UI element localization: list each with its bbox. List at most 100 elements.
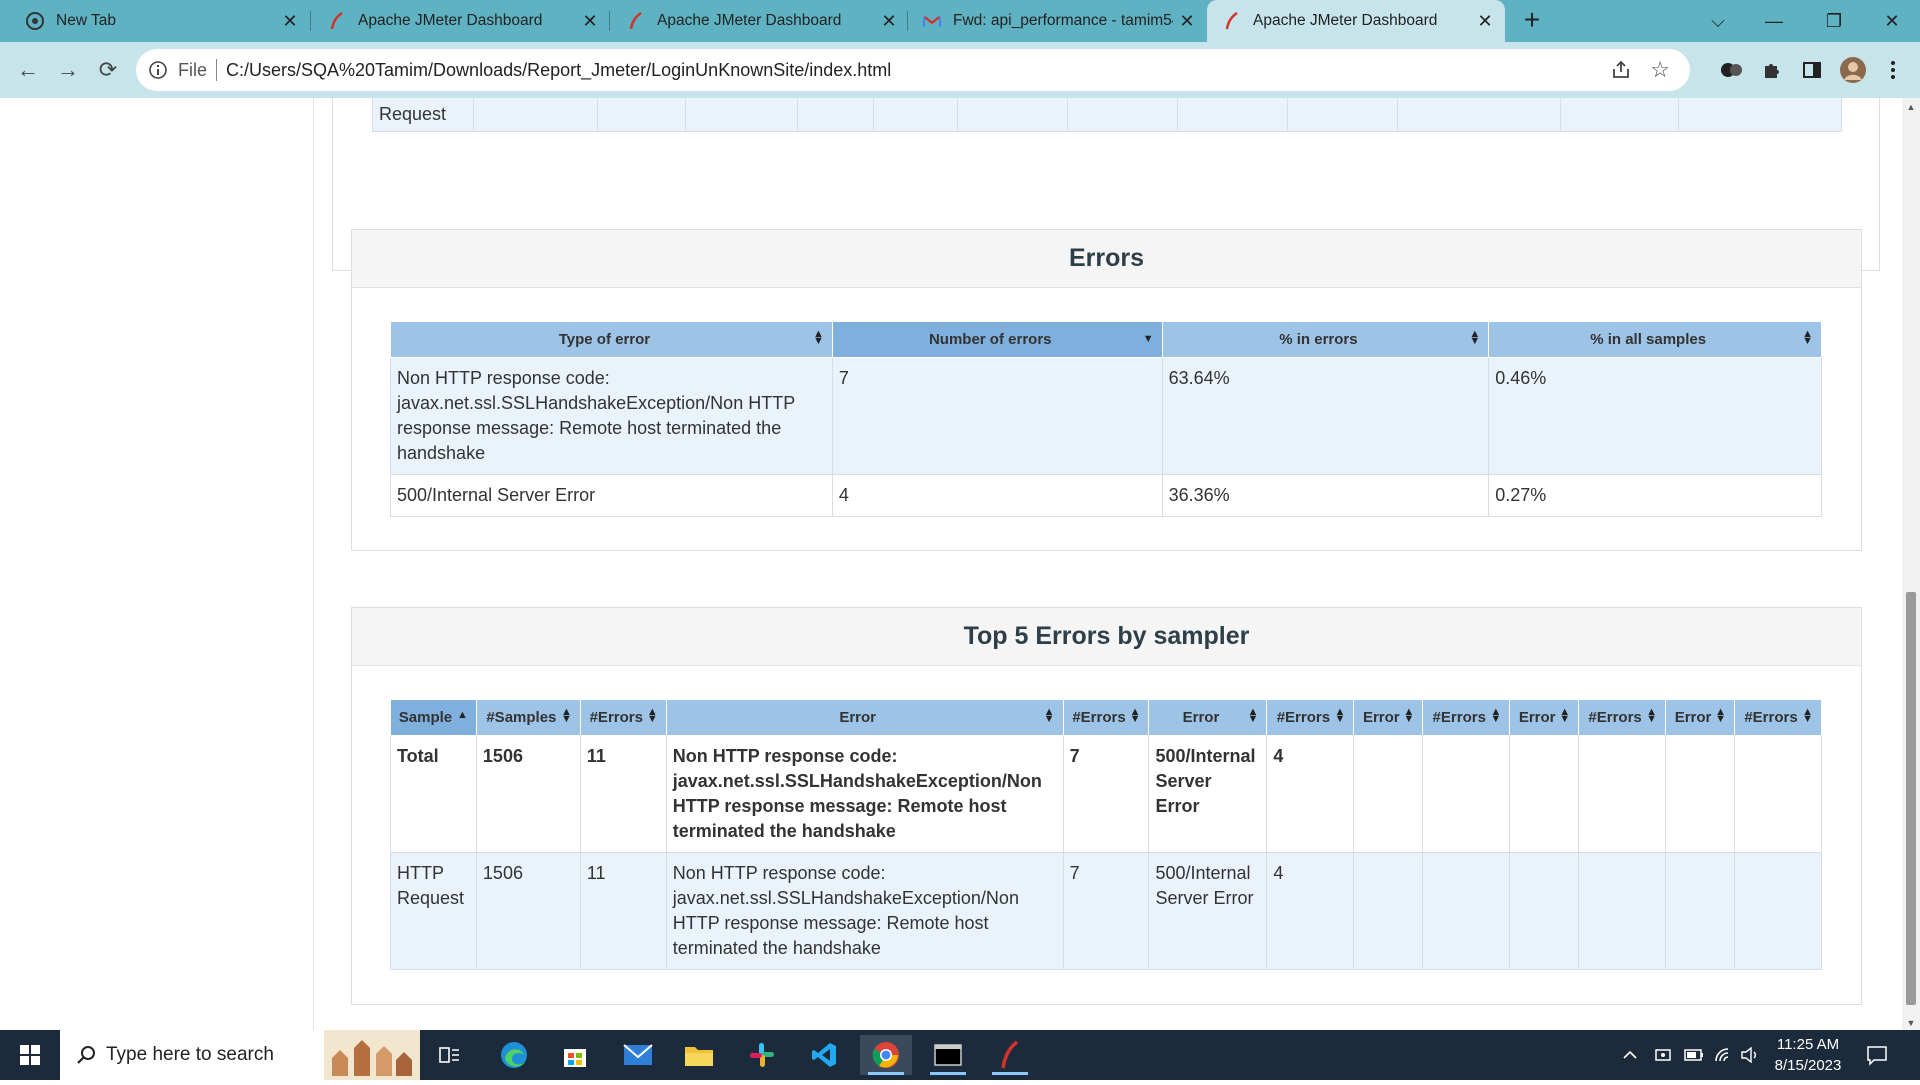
info-icon[interactable] [148, 60, 168, 80]
column-header[interactable]: Type of error ▲ ▼ [390, 321, 833, 358]
table-cell: 1506 [475, 852, 581, 970]
column-header[interactable]: #Errors ▲ ▼ [1266, 699, 1355, 736]
sort-both-icon[interactable]: ▲ ▼ [1715, 707, 1726, 725]
notifications-icon[interactable] [1866, 1030, 1888, 1080]
sort-both-icon[interactable]: ▲ ▼ [1802, 707, 1813, 725]
windows-start-icon[interactable] [0, 1030, 60, 1080]
vscode-icon[interactable] [798, 1035, 850, 1075]
close-icon[interactable]: ✕ [580, 11, 600, 31]
column-header[interactable]: #Samples ▲ ▼ [475, 699, 581, 736]
microsoft-store-icon[interactable] [549, 1035, 601, 1075]
column-header-label: #Errors [1276, 709, 1331, 726]
bookmark-star-icon[interactable]: ☆ [1650, 57, 1670, 83]
table-cell [373, 98, 474, 132]
table-cell [1734, 852, 1822, 970]
extension-icon[interactable] [1717, 55, 1747, 85]
sort-both-icon[interactable]: ▲ ▼ [1559, 707, 1570, 725]
column-header[interactable]: Number of errors ▼ [831, 321, 1163, 358]
battery-icon[interactable] [1684, 1030, 1704, 1080]
close-icon[interactable]: ✕ [280, 11, 300, 31]
column-header[interactable]: % in errors ▲ ▼ [1161, 321, 1490, 358]
meet-now-icon[interactable] [1654, 1030, 1672, 1080]
page-scrollbar[interactable]: ▲ ▼ [1902, 98, 1920, 1030]
close-icon[interactable]: ✕ [879, 11, 899, 31]
column-header[interactable]: #Errors ▲ ▼ [1062, 699, 1150, 736]
forward-arrow-icon[interactable]: → [52, 54, 84, 86]
column-header[interactable]: Error ▲ ▼ [1665, 699, 1735, 736]
column-header[interactable]: Error ▲ ▼ [1353, 699, 1424, 736]
jmeter-taskbar-icon[interactable] [984, 1035, 1036, 1075]
sort-both-icon[interactable]: ▲ ▼ [1802, 329, 1813, 347]
sort-both-icon[interactable]: ▲ ▼ [1403, 707, 1414, 725]
active-indicator [992, 1072, 1028, 1075]
restore-icon[interactable]: ❐ [1806, 0, 1862, 42]
table-cell: 7 [1062, 735, 1150, 853]
file-explorer-icon[interactable] [673, 1035, 725, 1075]
slack-icon[interactable] [736, 1035, 788, 1075]
chrome-taskbar-icon[interactable] [860, 1035, 912, 1075]
show-hidden-icons-chevron-icon[interactable] [1622, 1030, 1638, 1080]
puzzle-extensions-icon[interactable] [1757, 55, 1787, 85]
column-header[interactable]: Error ▲ ▼ [665, 699, 1064, 736]
table-cell [1398, 98, 1561, 132]
minimize-icon[interactable]: — [1746, 0, 1802, 42]
wifi-icon[interactable] [1714, 1030, 1734, 1080]
column-header[interactable]: Error ▲ ▼ [1509, 699, 1580, 736]
sort-both-icon[interactable]: ▲ ▼ [813, 329, 824, 347]
profile-avatar[interactable] [1838, 55, 1868, 85]
sort-asc-icon[interactable]: ▲ [457, 710, 468, 721]
table-cell [1665, 735, 1735, 853]
edge-browser-icon[interactable] [488, 1035, 540, 1075]
url-text[interactable]: C:/Users/SQA%20Tamim/Downloads/Report_Jm… [226, 60, 891, 81]
sort-both-icon[interactable]: ▲ ▼ [1469, 329, 1480, 347]
column-header[interactable]: Error ▲ ▼ [1148, 699, 1268, 736]
sort-both-icon[interactable]: ▲ ▼ [1334, 707, 1345, 725]
volume-icon[interactable] [1740, 1030, 1760, 1080]
new-tab-button[interactable]: + [1517, 6, 1547, 36]
window-close-icon[interactable]: ✕ [1864, 0, 1920, 42]
table-cell [1353, 852, 1424, 970]
side-panel-icon[interactable] [1797, 55, 1827, 85]
tab-new-tab[interactable]: New Tab ✕ [14, 0, 310, 42]
close-icon[interactable]: ✕ [1177, 11, 1197, 31]
column-header[interactable]: #Errors ▲ ▼ [1422, 699, 1511, 736]
tab-search-chevron-icon[interactable]: ⌵ [1690, 0, 1746, 42]
sort-both-icon[interactable]: ▲ ▼ [1044, 707, 1055, 725]
table-cell: 7 [1062, 852, 1150, 970]
share-icon[interactable] [1610, 59, 1632, 86]
sort-both-icon[interactable]: ▲ ▼ [561, 707, 572, 725]
tab-jmeter-dashboard-active[interactable]: Apache JMeter Dashboard ✕ [1207, 0, 1505, 42]
errors-table: Type of error ▲ ▼ Number of errors ▼ % in e… [390, 321, 1822, 517]
taskbar-clock[interactable]: 11:25 AM 8/15/2023 [1762, 1034, 1854, 1076]
sort-both-icon[interactable]: ▲ ▼ [647, 707, 658, 725]
sort-both-icon[interactable]: ▲ ▼ [1646, 707, 1657, 725]
tab-jmeter-dashboard-1[interactable]: Apache JMeter Dashboard ✕ [314, 0, 610, 42]
column-header[interactable]: #Errors ▲ ▼ [1734, 699, 1822, 736]
task-view-icon[interactable] [424, 1035, 476, 1075]
sort-desc-icon[interactable]: ▼ [1143, 334, 1154, 345]
table-cell: 4 [831, 474, 1163, 517]
table-cell [798, 98, 874, 132]
close-icon[interactable]: ✕ [1475, 11, 1495, 31]
divider [216, 59, 217, 81]
tab-jmeter-dashboard-2[interactable]: Apache JMeter Dashboard ✕ [613, 0, 909, 42]
column-header[interactable]: #Errors ▲ ▼ [1578, 699, 1667, 736]
terminal-icon[interactable] [922, 1035, 974, 1075]
reload-icon[interactable]: ⟳ [92, 54, 124, 86]
address-bar[interactable]: File C:/Users/SQA%20Tamim/Downloads/Repo… [136, 49, 1690, 91]
menu-kebab-icon[interactable] [1878, 55, 1908, 85]
sort-both-icon[interactable]: ▲ ▼ [1490, 707, 1501, 725]
sort-both-icon[interactable]: ▲ ▼ [1248, 707, 1259, 725]
tab-gmail[interactable]: Fwd: api_performance - tamim54 ✕ [911, 0, 1207, 42]
column-header[interactable]: Sample ▲ [390, 699, 477, 736]
mail-icon[interactable] [612, 1035, 664, 1075]
column-header[interactable]: % in all samples ▲ ▼ [1488, 321, 1822, 358]
back-arrow-icon[interactable]: ← [12, 54, 44, 86]
column-header[interactable]: #Errors ▲ ▼ [579, 699, 667, 736]
scrollbar-thumb[interactable] [1906, 592, 1916, 1005]
scroll-down-arrow-icon[interactable]: ▼ [1906, 1018, 1916, 1028]
sort-both-icon[interactable]: ▲ ▼ [1130, 707, 1141, 725]
taskbar-search-box[interactable]: Type here to search [60, 1030, 420, 1080]
table-cell: 11 [579, 852, 667, 970]
scroll-up-arrow-icon[interactable]: ▲ [1906, 102, 1916, 112]
